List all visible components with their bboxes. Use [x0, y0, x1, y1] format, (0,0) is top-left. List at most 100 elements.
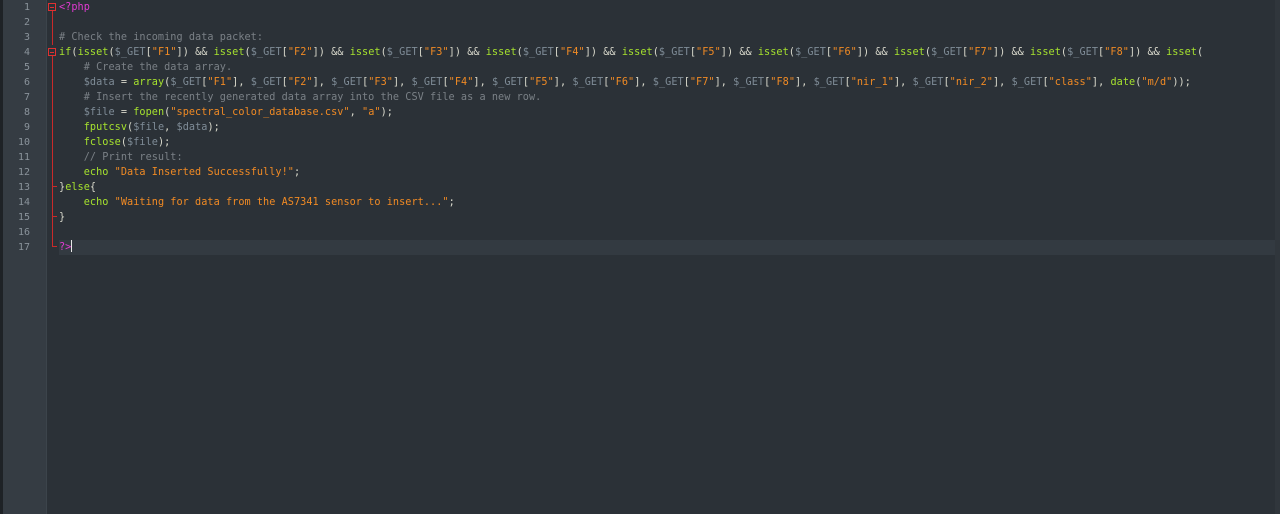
code-token: );	[157, 137, 171, 148]
code-token: array	[133, 77, 165, 88]
code-token: ,	[164, 122, 177, 133]
code-token: ],	[553, 77, 573, 88]
code-token: =	[114, 107, 134, 118]
line-number: 13	[17, 182, 30, 193]
code-token: $_GET	[331, 77, 363, 88]
code-token: // Print result:	[83, 152, 183, 163]
code-token: isset	[349, 47, 381, 58]
code-token: );	[207, 122, 220, 133]
code-token: "F1"	[207, 77, 233, 88]
code-line[interactable]: if(isset($_GET["F1"]) && isset($_GET["F2…	[59, 45, 1203, 60]
fold-guide-line	[52, 56, 53, 186]
fold-toggle-php-block-icon[interactable]	[48, 3, 56, 11]
code-line[interactable]: $data = array($_GET["F1"], $_GET["F2"], …	[59, 75, 1191, 90]
code-token: "F6"	[609, 77, 635, 88]
code-token: $_GET	[931, 47, 962, 58]
line-number: 10	[17, 137, 30, 148]
code-token: ],	[992, 77, 1012, 88]
code-token: "m/d"	[1141, 77, 1173, 88]
line-number: 8	[23, 107, 30, 118]
code-line[interactable]: }else{	[59, 180, 96, 195]
code-token: else	[65, 182, 90, 193]
code-token: ],	[312, 77, 332, 88]
code-token: $_GET	[170, 77, 202, 88]
code-token: "F7"	[689, 77, 715, 88]
code-token: ],	[392, 77, 412, 88]
code-line[interactable]: <?php	[59, 0, 90, 15]
code-token: $_GET	[522, 47, 554, 58]
code-token: "nir_1"	[850, 77, 894, 88]
code-line[interactable]: // Print result:	[59, 150, 183, 165]
code-token: fputcsv	[83, 122, 128, 133]
code-token: ],	[232, 77, 251, 88]
code-token: # Check the incoming data packet:	[59, 32, 264, 43]
code-line[interactable]: echo "Waiting for data from the AS7341 s…	[59, 195, 455, 210]
line-number: 11	[17, 152, 30, 163]
code-token: ?>	[59, 242, 72, 253]
fold-end-tick	[52, 246, 57, 247]
line-number: 3	[23, 32, 30, 43]
line-number: 12	[17, 167, 30, 178]
code-text-area[interactable]: <?php # Check the incoming data packet: if…	[59, 0, 1280, 514]
fold-guide-line	[52, 217, 53, 246]
code-token: (	[1196, 47, 1204, 58]
code-token: $_GET	[1011, 77, 1043, 88]
code-token: $_GET	[491, 77, 523, 88]
code-token: "F5"	[696, 47, 721, 58]
code-token: <?php	[59, 2, 90, 13]
code-line[interactable]: echo "Data Inserted Successfully!";	[59, 165, 300, 180]
line-number: 17	[17, 242, 30, 253]
code-token: # Create the data array.	[83, 62, 233, 73]
code-line[interactable]: $file = fopen("spectral_color_database.c…	[59, 105, 393, 120]
code-token: "Waiting for data from the AS7341 sensor…	[114, 197, 449, 208]
code-line[interactable]: }	[59, 210, 65, 225]
code-line[interactable]: # Create the data array.	[59, 60, 232, 75]
code-token: ;	[448, 197, 455, 208]
code-token: "spectral_color_database.csv"	[170, 107, 350, 118]
code-token: "F7"	[968, 47, 993, 58]
line-number: 5	[23, 62, 30, 73]
code-token: "F8"	[1104, 47, 1129, 58]
code-token: fclose	[83, 137, 121, 148]
code-line[interactable]: fputcsv($file, $data);	[59, 120, 220, 135]
code-token: ],	[634, 77, 653, 88]
editor-right-border	[1275, 0, 1280, 514]
code-token: ],	[473, 77, 492, 88]
code-token: ],	[893, 77, 913, 88]
code-token: isset	[77, 47, 109, 58]
line-number: 9	[23, 122, 30, 133]
line-number-gutter[interactable]: 1 2 3 4 5 6 7 8 9 10 11 12 13 14 15 16 17	[3, 0, 46, 514]
code-token: }	[59, 212, 66, 223]
code-token: $_GET	[658, 47, 690, 58]
code-editor[interactable]: 1 2 3 4 5 6 7 8 9 10 11 12 13 14 15 16 17 <?php # Check t…	[0, 0, 1280, 514]
code-token: );	[380, 107, 393, 118]
code-token: "F6"	[832, 47, 857, 58]
code-token: isset	[1166, 47, 1197, 58]
code-line[interactable]: fclose($file);	[59, 135, 171, 150]
code-token: ));	[1172, 77, 1191, 88]
code-line[interactable]: # Insert the recently generated data arr…	[59, 90, 542, 105]
code-token: $_GET	[250, 47, 282, 58]
fold-toggle-if-block-icon[interactable]	[48, 48, 56, 56]
code-token: $_GET	[411, 77, 443, 88]
code-token: isset	[213, 47, 245, 58]
code-token: $_GET	[250, 77, 282, 88]
fold-guide-line	[52, 187, 53, 216]
code-token: $_GET	[733, 77, 765, 88]
code-line[interactable]: # Check the incoming data packet:	[59, 30, 263, 45]
fold-margin[interactable]	[47, 0, 59, 514]
code-token: $_GET	[1067, 47, 1099, 58]
code-token: ],	[795, 77, 814, 88]
code-token: isset	[621, 47, 653, 58]
fold-guide-line	[52, 11, 53, 45]
line-number: 14	[17, 197, 30, 208]
line-number: 7	[23, 92, 30, 103]
code-line[interactable]: ?>	[59, 240, 73, 255]
code-token: "F2"	[287, 47, 313, 58]
